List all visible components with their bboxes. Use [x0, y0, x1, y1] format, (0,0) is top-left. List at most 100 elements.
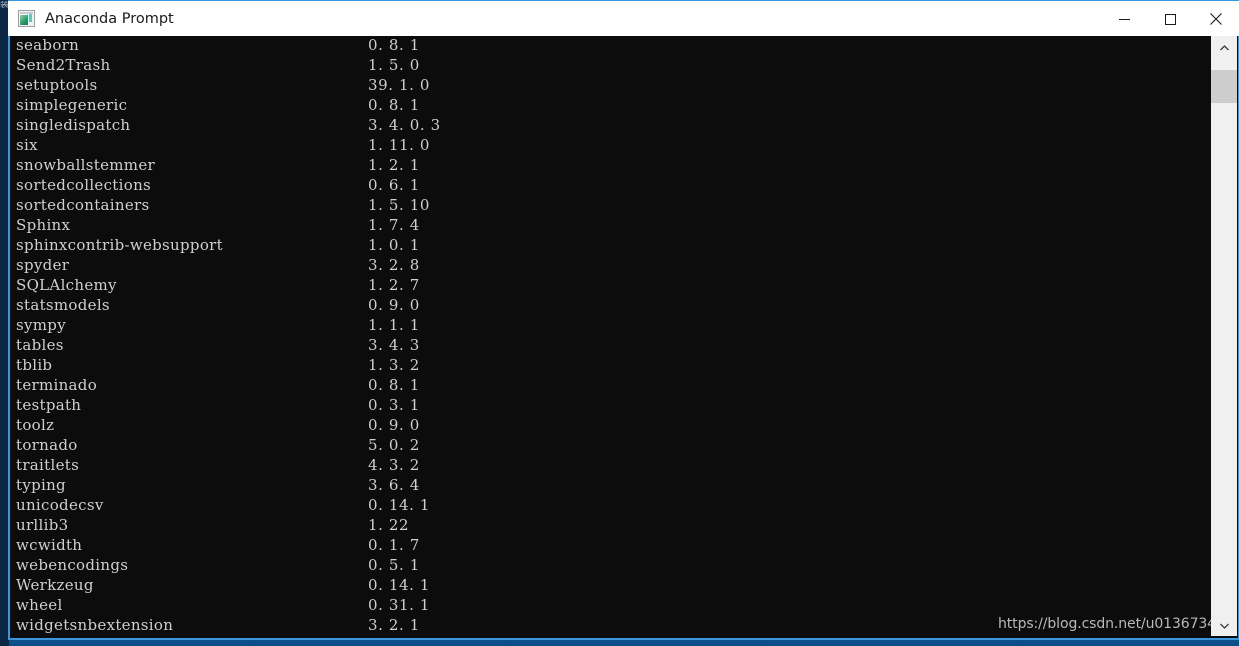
package-row: toolz 0. 9. 0	[16, 415, 1206, 435]
package-version: 0. 5. 1	[368, 556, 420, 574]
package-row: SQLAlchemy 1. 2. 7	[16, 275, 1206, 295]
title-bar[interactable]: Anaconda Prompt	[8, 0, 1239, 36]
package-version: 1. 1. 1	[368, 316, 420, 334]
package-name: singledispatch	[16, 116, 131, 134]
package-version: 1. 11. 0	[368, 136, 431, 154]
scrollbar-up-arrow[interactable]	[1211, 36, 1237, 58]
package-name: Werkzeug	[16, 576, 94, 594]
package-row: tornado 5. 0. 2	[16, 435, 1206, 455]
package-version: 1. 22	[368, 516, 410, 534]
package-row: urllib3 1. 22	[16, 515, 1206, 535]
package-row: sortedcontainers 1. 5. 10	[16, 195, 1206, 215]
package-list: seaborn 0. 8. 1 Send2Trash 1. 5. 0 setuptool…	[16, 36, 1206, 635]
package-version: 0. 1. 7	[368, 536, 420, 554]
scrollbar-track-upper[interactable]	[1211, 58, 1237, 70]
package-row: spyder 3. 2. 8	[16, 255, 1206, 275]
package-row: traitlets 4. 3. 2	[16, 455, 1206, 475]
package-version: 1. 2. 7	[368, 276, 420, 294]
package-name: sympy	[16, 316, 66, 334]
scrollbar-down-arrow[interactable]	[1211, 614, 1237, 636]
package-row: tblib 1. 3. 2	[16, 355, 1206, 375]
anaconda-prompt-window: Anaconda Prompt seaborn 0. 8. 1 Send2Trash…	[8, 0, 1239, 640]
package-name: widgetsnbextension	[16, 616, 174, 634]
maximize-icon	[1164, 13, 1176, 25]
package-version: 3. 2. 1	[368, 616, 420, 634]
window-controls	[1101, 1, 1239, 37]
package-version: 0. 9. 0	[368, 416, 420, 434]
package-version: 3. 4. 3	[368, 336, 420, 354]
package-name: wheel	[16, 596, 63, 614]
package-name: terminado	[16, 376, 98, 394]
package-name: sortedcollections	[16, 176, 152, 194]
watermark-url: https://blog.csdn.net/u0136734	[998, 616, 1216, 632]
package-version: 0. 31. 1	[368, 596, 431, 614]
package-name: urllib3	[16, 516, 69, 534]
package-version: 1. 0. 1	[368, 236, 420, 254]
chevron-down-icon	[1219, 616, 1229, 634]
package-name: tblib	[16, 356, 53, 374]
icon-teal-block	[29, 14, 32, 22]
package-name: testpath	[16, 396, 82, 414]
package-version: 0. 8. 1	[368, 96, 420, 114]
package-name: Send2Trash	[16, 56, 111, 74]
package-version: 0. 8. 1	[368, 376, 420, 394]
package-version: 0. 8. 1	[368, 36, 420, 54]
package-row: six 1. 11. 0	[16, 135, 1206, 155]
package-version: 3. 6. 4	[368, 476, 420, 494]
package-name: Sphinx	[16, 216, 71, 234]
package-row: wheel 0. 31. 1	[16, 595, 1206, 615]
package-name: toolz	[16, 416, 55, 434]
package-name: SQLAlchemy	[16, 276, 117, 294]
package-version: 5. 0. 2	[368, 436, 420, 454]
console-scrollbar[interactable]	[1211, 36, 1237, 636]
package-version: 3. 2. 8	[368, 256, 420, 274]
package-name: statsmodels	[16, 296, 110, 314]
icon-green-block	[20, 15, 28, 25]
package-name: setuptools	[16, 76, 98, 94]
package-row: Send2Trash 1. 5. 0	[16, 55, 1206, 75]
anaconda-console-icon	[18, 10, 35, 27]
package-name: webencodings	[16, 556, 129, 574]
package-row: sympy 1. 1. 1	[16, 315, 1206, 335]
package-version: 0. 14. 1	[368, 576, 431, 594]
package-version: 1. 5. 10	[368, 196, 431, 214]
package-version: 4. 3. 2	[368, 456, 420, 474]
close-button[interactable]	[1193, 1, 1239, 37]
package-name: typing	[16, 476, 66, 494]
package-name: sphinxcontrib-websupport	[16, 236, 223, 254]
console-output-area[interactable]: seaborn 0. 8. 1 Send2Trash 1. 5. 0 setuptool…	[8, 36, 1239, 640]
package-row: tables 3. 4. 3	[16, 335, 1206, 355]
package-row: Sphinx 1. 7. 4	[16, 215, 1206, 235]
scrollbar-thumb[interactable]	[1211, 70, 1237, 103]
package-row: sphinxcontrib-websupport 1. 0. 1	[16, 235, 1206, 255]
package-version: 0. 9. 0	[368, 296, 420, 314]
package-row: statsmodels 0. 9. 0	[16, 295, 1206, 315]
package-row: unicodecsv 0. 14. 1	[16, 495, 1206, 515]
package-row: testpath 0. 3. 1	[16, 395, 1206, 415]
package-version: 0. 14. 1	[368, 496, 431, 514]
package-row: wcwidth 0. 1. 7	[16, 535, 1206, 555]
package-name: tornado	[16, 436, 78, 454]
package-row: seaborn 0. 8. 1	[16, 36, 1206, 55]
package-row: terminado 0. 8. 1	[16, 375, 1206, 395]
package-row: sortedcollections 0. 6. 1	[16, 175, 1206, 195]
package-row: simplegeneric 0. 8. 1	[16, 95, 1206, 115]
package-row: singledispatch 3. 4. 0. 3	[16, 115, 1206, 135]
package-version: 0. 6. 1	[368, 176, 420, 194]
package-name: sortedcontainers	[16, 196, 150, 214]
package-version: 0. 3. 1	[368, 396, 420, 414]
minimize-icon	[1118, 14, 1130, 25]
package-name: seaborn	[16, 36, 80, 54]
chevron-up-icon	[1219, 38, 1229, 56]
package-name: spyder	[16, 256, 70, 274]
maximize-button[interactable]	[1147, 1, 1193, 37]
minimize-button[interactable]	[1101, 1, 1147, 37]
package-name: wcwidth	[16, 536, 83, 554]
scrollbar-track-lower[interactable]	[1211, 103, 1237, 614]
package-name: unicodecsv	[16, 496, 104, 514]
package-version: 1. 3. 2	[368, 356, 420, 374]
package-version: 1. 5. 0	[368, 56, 420, 74]
package-name: traitlets	[16, 456, 80, 474]
package-version: 3. 4. 0. 3	[368, 116, 441, 134]
package-row: snowballstemmer 1. 2. 1	[16, 155, 1206, 175]
